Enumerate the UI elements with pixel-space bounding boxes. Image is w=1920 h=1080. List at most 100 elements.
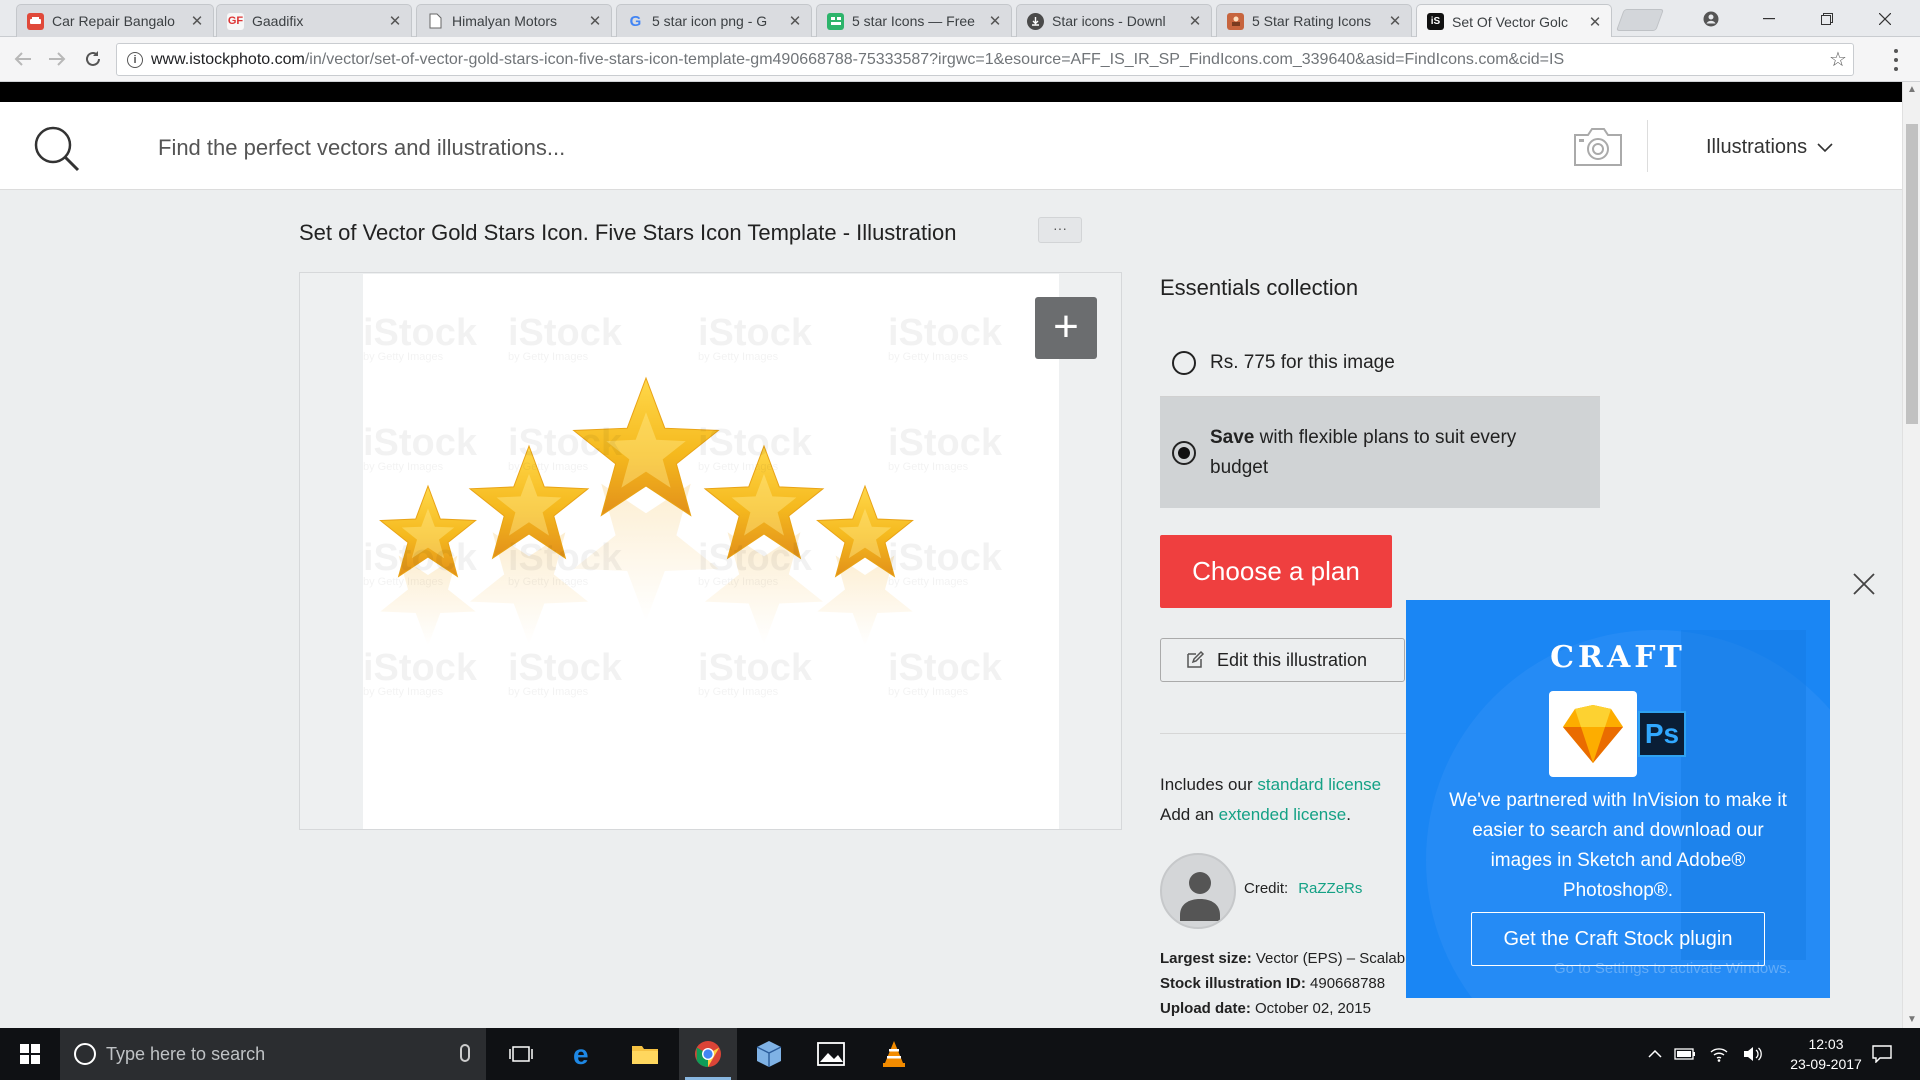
bookmark-star-icon[interactable]: ☆ xyxy=(1823,47,1853,72)
edit-illustration-button[interactable]: Edit this illustration xyxy=(1160,638,1405,682)
radio-button-selected[interactable] xyxy=(1172,440,1196,465)
scroll-up-arrow[interactable]: ▲ xyxy=(1903,82,1920,98)
watermark: iStock by Getty Images xyxy=(363,647,478,698)
extended-license-link[interactable]: extended license xyxy=(1219,805,1347,824)
icons-site-icon xyxy=(827,12,844,30)
minimize-button[interactable] xyxy=(1740,0,1798,37)
chrome-icon[interactable] xyxy=(679,1028,737,1080)
collection-title: Essentials collection xyxy=(1160,275,1359,300)
task-view-icon[interactable] xyxy=(492,1028,550,1080)
watermark: iStock by Getty Images xyxy=(698,647,813,698)
watermark: iStock by Getty Images xyxy=(698,312,813,363)
popup-message: We've partnered with InVision to make it… xyxy=(1449,790,1787,901)
restore-button[interactable] xyxy=(1798,0,1856,37)
back-button[interactable] xyxy=(8,44,38,74)
profile-icon[interactable] xyxy=(1682,0,1740,37)
browser-tab[interactable]: 5 Star Rating Icons ✕ xyxy=(1216,4,1412,37)
license-info: Includes our standard license Add an ext… xyxy=(1160,775,1382,824)
more-options-button[interactable]: ··· xyxy=(1038,217,1082,243)
new-tab-button[interactable] xyxy=(1615,9,1665,31)
close-window-button[interactable] xyxy=(1856,0,1914,37)
car-icon xyxy=(27,12,44,30)
image-preview[interactable]: iStock by Getty Images iStock by Getty Imag… xyxy=(299,272,1122,830)
windows-activation-watermark: Go to Settings to activate Windows. xyxy=(1554,960,1791,977)
watermark: iStock by Getty Images xyxy=(698,422,813,473)
edit-icon xyxy=(1187,650,1205,668)
site-search-bar: Illustrations xyxy=(0,102,1902,190)
contributor-link[interactable]: RaZZeRs xyxy=(1298,880,1362,897)
camera-icon[interactable] xyxy=(1572,126,1624,168)
close-tab-icon[interactable]: ✕ xyxy=(189,12,205,30)
istock-icon: iS xyxy=(1427,13,1444,30)
forward-button[interactable] xyxy=(42,44,72,74)
credit: Credit: RaZZeRs xyxy=(1244,880,1363,897)
browser-tab[interactable]: G 5 star icon png - G ✕ xyxy=(616,4,812,37)
watermark: iStock by Getty Images xyxy=(363,312,478,363)
choose-plan-button[interactable]: Choose a plan xyxy=(1160,535,1392,608)
radio-button[interactable] xyxy=(1172,351,1196,375)
wifi-icon[interactable] xyxy=(1704,1028,1734,1080)
watermark: iStock by Getty Images xyxy=(698,537,813,588)
scroll-down-arrow[interactable]: ▼ xyxy=(1903,1012,1920,1028)
search-input[interactable] xyxy=(158,128,1508,168)
browser-tab-active[interactable]: iS Set Of Vector Golc ✕ xyxy=(1416,4,1612,38)
svg-text:e: e xyxy=(573,1040,589,1068)
browser-tab[interactable]: Star icons - Downl ✕ xyxy=(1016,4,1212,37)
close-tab-icon[interactable]: ✕ xyxy=(587,12,603,30)
contributor-avatar[interactable] xyxy=(1160,853,1236,929)
close-tab-icon[interactable]: ✕ xyxy=(1587,13,1603,31)
browser-menu-icon[interactable] xyxy=(1886,47,1906,73)
windows-start-button[interactable] xyxy=(0,1028,60,1080)
standard-license-link[interactable]: standard license xyxy=(1257,775,1381,794)
photoshop-icon: Ps xyxy=(1638,711,1686,757)
browser-tab[interactable]: Car Repair Bangalo ✕ xyxy=(16,4,214,37)
single-image-price-option[interactable]: Rs. 775 for this image xyxy=(1160,328,1600,398)
close-popup-icon[interactable] xyxy=(1850,570,1878,598)
browser-tab[interactable]: GF Gaadifix ✕ xyxy=(216,4,412,37)
search-icon[interactable] xyxy=(32,124,82,174)
chevron-down-icon xyxy=(1817,142,1833,152)
page-icon xyxy=(427,13,444,30)
taskbar-search[interactable]: Type here to search xyxy=(60,1028,486,1080)
browser-tab[interactable]: Himalyan Motors ✕ xyxy=(416,4,612,37)
battery-icon[interactable] xyxy=(1670,1028,1700,1080)
info-icon[interactable]: i xyxy=(127,51,143,68)
microphone-icon[interactable] xyxy=(460,1044,470,1062)
preview-image: iStock by Getty Images iStock by Getty Imag… xyxy=(363,274,1059,829)
show-hidden-icons-chevron[interactable] xyxy=(1642,1028,1668,1080)
volume-icon[interactable] xyxy=(1738,1028,1768,1080)
virtualbox-icon[interactable] xyxy=(740,1028,798,1080)
close-tab-icon[interactable]: ✕ xyxy=(787,12,803,30)
vlc-icon[interactable] xyxy=(865,1028,923,1080)
file-explorer-icon[interactable] xyxy=(616,1028,674,1080)
media-type-dropdown[interactable]: Illustrations xyxy=(1706,136,1833,159)
page-scrollbar[interactable]: ▲ ▼ xyxy=(1902,82,1920,1028)
asset-metadata: Largest size: Vector (EPS) – Scalab Stoc… xyxy=(1160,950,1406,1017)
flexible-plans-option[interactable]: Save with flexible plans to suit every b… xyxy=(1160,397,1600,508)
scrollbar-thumb[interactable] xyxy=(1906,124,1918,424)
site-top-bar xyxy=(0,82,1902,102)
reload-button[interactable] xyxy=(78,44,108,74)
gaadifix-logo-icon: GF xyxy=(227,12,244,30)
craft-logo: CRAFT xyxy=(1550,640,1686,675)
watermark: iStock by Getty Images xyxy=(888,422,1003,473)
edge-browser-icon[interactable]: e xyxy=(555,1028,613,1080)
browser-tab[interactable]: 5 star Icons — Free ✕ xyxy=(816,4,1012,37)
get-craft-plugin-button[interactable]: Get the Craft Stock plugin xyxy=(1471,912,1765,966)
photos-app-icon[interactable] xyxy=(802,1028,860,1080)
close-tab-icon[interactable]: ✕ xyxy=(387,12,403,30)
watermark: iStock by Getty Images xyxy=(888,537,1003,588)
zoom-button[interactable]: + xyxy=(1035,297,1097,359)
action-center-icon[interactable] xyxy=(1862,1028,1902,1080)
search-divider xyxy=(1647,120,1648,172)
system-clock[interactable]: 12:03 23-09-2017 xyxy=(1776,1034,1876,1074)
sketch-icon xyxy=(1549,691,1637,777)
cortana-icon xyxy=(74,1043,96,1065)
image-site-icon xyxy=(1227,12,1244,30)
close-tab-icon[interactable]: ✕ xyxy=(1187,12,1203,30)
close-tab-icon[interactable]: ✕ xyxy=(1387,12,1403,30)
download-site-icon xyxy=(1027,12,1044,30)
address-bar[interactable]: i www.istockphoto.com/in/vector/set-of-v… xyxy=(116,43,1854,76)
google-icon: G xyxy=(629,12,642,30)
close-tab-icon[interactable]: ✕ xyxy=(987,12,1003,30)
